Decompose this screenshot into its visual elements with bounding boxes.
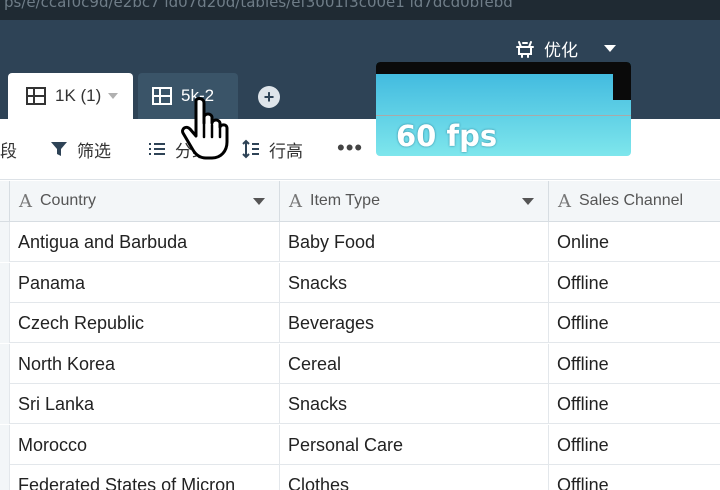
table-row[interactable]: Sri Lanka Snacks Offline [0, 384, 720, 424]
chevron-down-icon[interactable] [522, 198, 534, 205]
column-header-label: Item Type [310, 192, 380, 209]
chevron-down-icon[interactable] [604, 44, 616, 52]
text-type-icon: A [19, 190, 32, 212]
row-height-icon [242, 139, 259, 159]
fps-counter: 60 fps [396, 119, 498, 153]
cell-country[interactable]: Czech Republic [10, 303, 280, 343]
optimize-label: 优化 [544, 40, 578, 60]
row-number-header [0, 181, 10, 222]
cell-sales-channel[interactable]: Offline [549, 303, 720, 343]
row-handle [0, 425, 10, 465]
cell-country[interactable]: Panama [10, 263, 280, 303]
column-header-country[interactable]: A Country [10, 181, 280, 222]
column-header-item-type[interactable]: A Item Type [280, 181, 549, 222]
filter-icon [51, 142, 67, 156]
fps-overlay: 60 fps [376, 62, 631, 156]
cell-item-type[interactable]: Snacks [280, 384, 549, 424]
table-row[interactable]: North Korea Cereal Offline [0, 344, 720, 384]
row-handle [0, 465, 10, 490]
cell-sales-channel[interactable]: Offline [549, 384, 720, 424]
row-handle [0, 344, 10, 384]
tab-1k[interactable]: 1K (1) [8, 73, 133, 119]
cell-item-type[interactable]: Personal Care [280, 425, 549, 465]
grid-icon [152, 87, 172, 105]
table-row[interactable]: Czech Republic Beverages Offline [0, 303, 720, 343]
cell-country[interactable]: North Korea [10, 344, 280, 384]
column-header-sales-channel[interactable]: A Sales Channel [549, 181, 720, 222]
row-height-button[interactable]: 行高 [242, 138, 303, 161]
cell-country[interactable]: Antigua and Barbuda [10, 222, 280, 262]
address-bar[interactable]: ps/e/ccaf0c9d/e2bc7 ld07d20d/tables/ef30… [0, 0, 720, 20]
column-header-label: Sales Channel [579, 192, 684, 209]
optimize-icon [516, 41, 534, 58]
cell-item-type[interactable]: Clothes [280, 465, 549, 490]
url-text: ps/e/ccaf0c9d/e2bc7 ld07d20d/tables/ef30… [4, 0, 513, 11]
chevron-down-icon[interactable] [253, 198, 265, 205]
filter-button[interactable]: 筛选 [50, 138, 111, 161]
cell-country[interactable]: Federated States of Micron [10, 465, 280, 490]
filter-label: 筛选 [77, 141, 111, 161]
table-row[interactable]: Panama Snacks Offline [0, 263, 720, 303]
cell-sales-channel[interactable]: Offline [549, 465, 720, 490]
fps-graph-dip [613, 74, 631, 100]
fps-graph-line [376, 115, 631, 116]
cell-country[interactable]: Morocco [10, 425, 280, 465]
cell-sales-channel[interactable]: Online [549, 222, 720, 262]
cell-sales-channel[interactable]: Offline [549, 263, 720, 303]
fps-graph-band [376, 62, 631, 74]
grid-icon [26, 87, 46, 105]
optimize-menu[interactable]: 优化 [514, 35, 616, 61]
row-handle [0, 263, 10, 303]
hand-pointer-cursor-icon [181, 97, 229, 160]
row-handle [0, 384, 10, 424]
tab-label: 1K (1) [55, 86, 102, 105]
tab-dropdown-icon[interactable] [108, 93, 119, 99]
cell-item-type[interactable]: Beverages [280, 303, 549, 343]
group-icon [149, 143, 165, 155]
cell-item-type[interactable]: Snacks [280, 263, 549, 303]
cell-country[interactable]: Sri Lanka [10, 384, 280, 424]
cell-item-type[interactable]: Cereal [280, 344, 549, 384]
row-handle [0, 222, 10, 262]
table-row[interactable]: Federated States of Micron Clothes Offli… [0, 465, 720, 490]
cell-sales-channel[interactable]: Offline [549, 425, 720, 465]
fields-label: 段 [0, 141, 17, 161]
row-height-label: 行高 [269, 141, 303, 161]
cell-item-type[interactable]: Baby Food [280, 222, 549, 262]
text-type-icon: A [558, 190, 571, 212]
text-type-icon: A [289, 190, 302, 212]
table-row[interactable]: Morocco Personal Care Offline [0, 425, 720, 465]
table-row[interactable]: Antigua and Barbuda Baby Food Online [0, 222, 720, 262]
row-handle [0, 303, 10, 343]
add-table-button[interactable]: + [258, 86, 280, 108]
more-options-icon[interactable]: ••• [337, 137, 363, 159]
data-grid: A Country A Item Type A Sales Channel An… [0, 181, 720, 490]
fields-button[interactable]: 段 [0, 138, 17, 161]
cell-sales-channel[interactable]: Offline [549, 344, 720, 384]
column-header-label: Country [40, 192, 97, 209]
